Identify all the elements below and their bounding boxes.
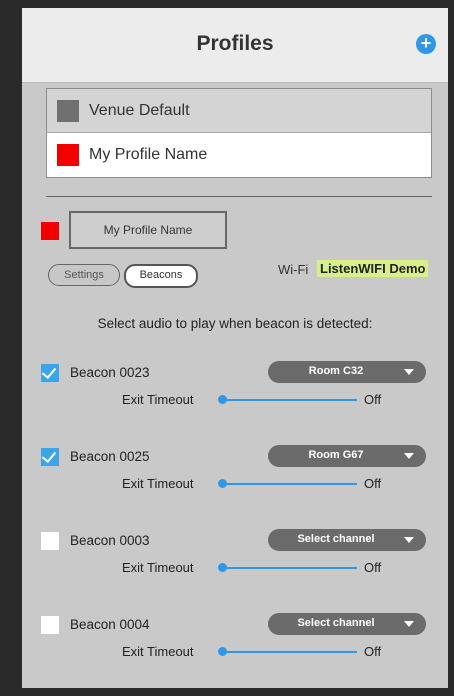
- window-frame-left: [0, 0, 22, 688]
- exit-timeout-label: Exit Timeout: [122, 644, 194, 659]
- profile-item-label: Venue Default: [89, 101, 190, 119]
- beacon-row: Beacon 0003 Select channel Exit Timeout …: [22, 529, 448, 612]
- beacon-instructions: Select audio to play when beacon is dete…: [97, 316, 373, 331]
- exit-timeout-value: Off: [364, 392, 382, 407]
- profile-item-label: My Profile Name: [89, 146, 208, 163]
- exit-timeout-slider-thumb[interactable]: [218, 395, 227, 404]
- exit-timeout-slider-track[interactable]: [222, 567, 357, 569]
- exit-timeout-label: Exit Timeout: [122, 392, 194, 407]
- exit-timeout-slider-track[interactable]: [222, 399, 357, 401]
- checkmark-icon: [41, 447, 57, 464]
- tab-beacons[interactable]: Beacons: [124, 264, 198, 288]
- beacon-label: Beacon 0023: [70, 365, 150, 380]
- checkmark-icon: [41, 363, 57, 380]
- chevron-down-icon: [404, 453, 414, 459]
- beacon-checkbox[interactable]: [41, 616, 59, 634]
- beacon-row: Beacon 0025 Room G67 Exit Timeout Off: [22, 445, 448, 528]
- wifi-network-name: ListenWIFI Demo: [317, 260, 429, 277]
- exit-timeout-value: Off: [364, 560, 382, 575]
- channel-value: Room G67: [308, 449, 364, 461]
- exit-timeout-label: Exit Timeout: [122, 560, 194, 575]
- chevron-down-icon: [404, 621, 414, 627]
- chevron-down-icon: [404, 537, 414, 543]
- beacon-checkbox[interactable]: [41, 447, 59, 466]
- profile-color-picker[interactable]: [41, 222, 59, 240]
- channel-value: Select channel: [297, 533, 375, 545]
- window-frame-right: [448, 0, 454, 688]
- exit-timeout-slider-thumb[interactable]: [218, 563, 227, 572]
- channel-dropdown[interactable]: Select channel: [268, 529, 426, 551]
- beacon-label: Beacon 0003: [70, 533, 150, 548]
- channel-dropdown[interactable]: Room C32: [268, 361, 426, 383]
- channel-value: Select channel: [297, 617, 375, 629]
- exit-timeout-slider-thumb[interactable]: [218, 479, 227, 488]
- exit-timeout-value: Off: [364, 644, 382, 659]
- beacon-checkbox[interactable]: [41, 532, 59, 550]
- profile-item-my-profile[interactable]: My Profile Name: [47, 133, 431, 177]
- channel-dropdown[interactable]: Select channel: [268, 613, 426, 635]
- beacon-label: Beacon 0025: [70, 449, 150, 464]
- exit-timeout-value: Off: [364, 476, 382, 491]
- chevron-down-icon: [404, 369, 414, 375]
- add-profile-button[interactable]: +: [416, 34, 436, 54]
- wifi-label: Wi-Fi: [278, 262, 309, 277]
- tab-settings[interactable]: Settings: [48, 264, 120, 286]
- exit-timeout-slider-thumb[interactable]: [218, 647, 227, 656]
- profiles-panel: Profiles + Venue Default My Profile Name…: [22, 8, 448, 688]
- channel-value: Room C32: [308, 365, 364, 377]
- divider: [46, 196, 432, 197]
- beacon-row: Beacon 0023 Room C32 Exit Timeout Off: [22, 361, 448, 444]
- profile-item-venue-default[interactable]: Venue Default: [47, 89, 431, 133]
- beacon-checkbox[interactable]: [41, 363, 59, 382]
- page-title: Profiles: [196, 32, 274, 55]
- beacon-label: Beacon 0004: [70, 617, 150, 632]
- exit-timeout-label: Exit Timeout: [122, 476, 194, 491]
- profile-name-field[interactable]: My Profile Name: [69, 211, 227, 249]
- beacon-row: Beacon 0004 Select channel Exit Timeout …: [22, 613, 448, 696]
- header: Profiles +: [22, 8, 448, 83]
- profile-list: Venue Default My Profile Name: [46, 88, 432, 178]
- profile-color-swatch: [57, 144, 79, 166]
- channel-dropdown[interactable]: Room G67: [268, 445, 426, 467]
- plus-icon: +: [420, 33, 432, 53]
- exit-timeout-slider-track[interactable]: [222, 651, 357, 653]
- exit-timeout-slider-track[interactable]: [222, 483, 357, 485]
- profile-color-swatch: [57, 99, 79, 122]
